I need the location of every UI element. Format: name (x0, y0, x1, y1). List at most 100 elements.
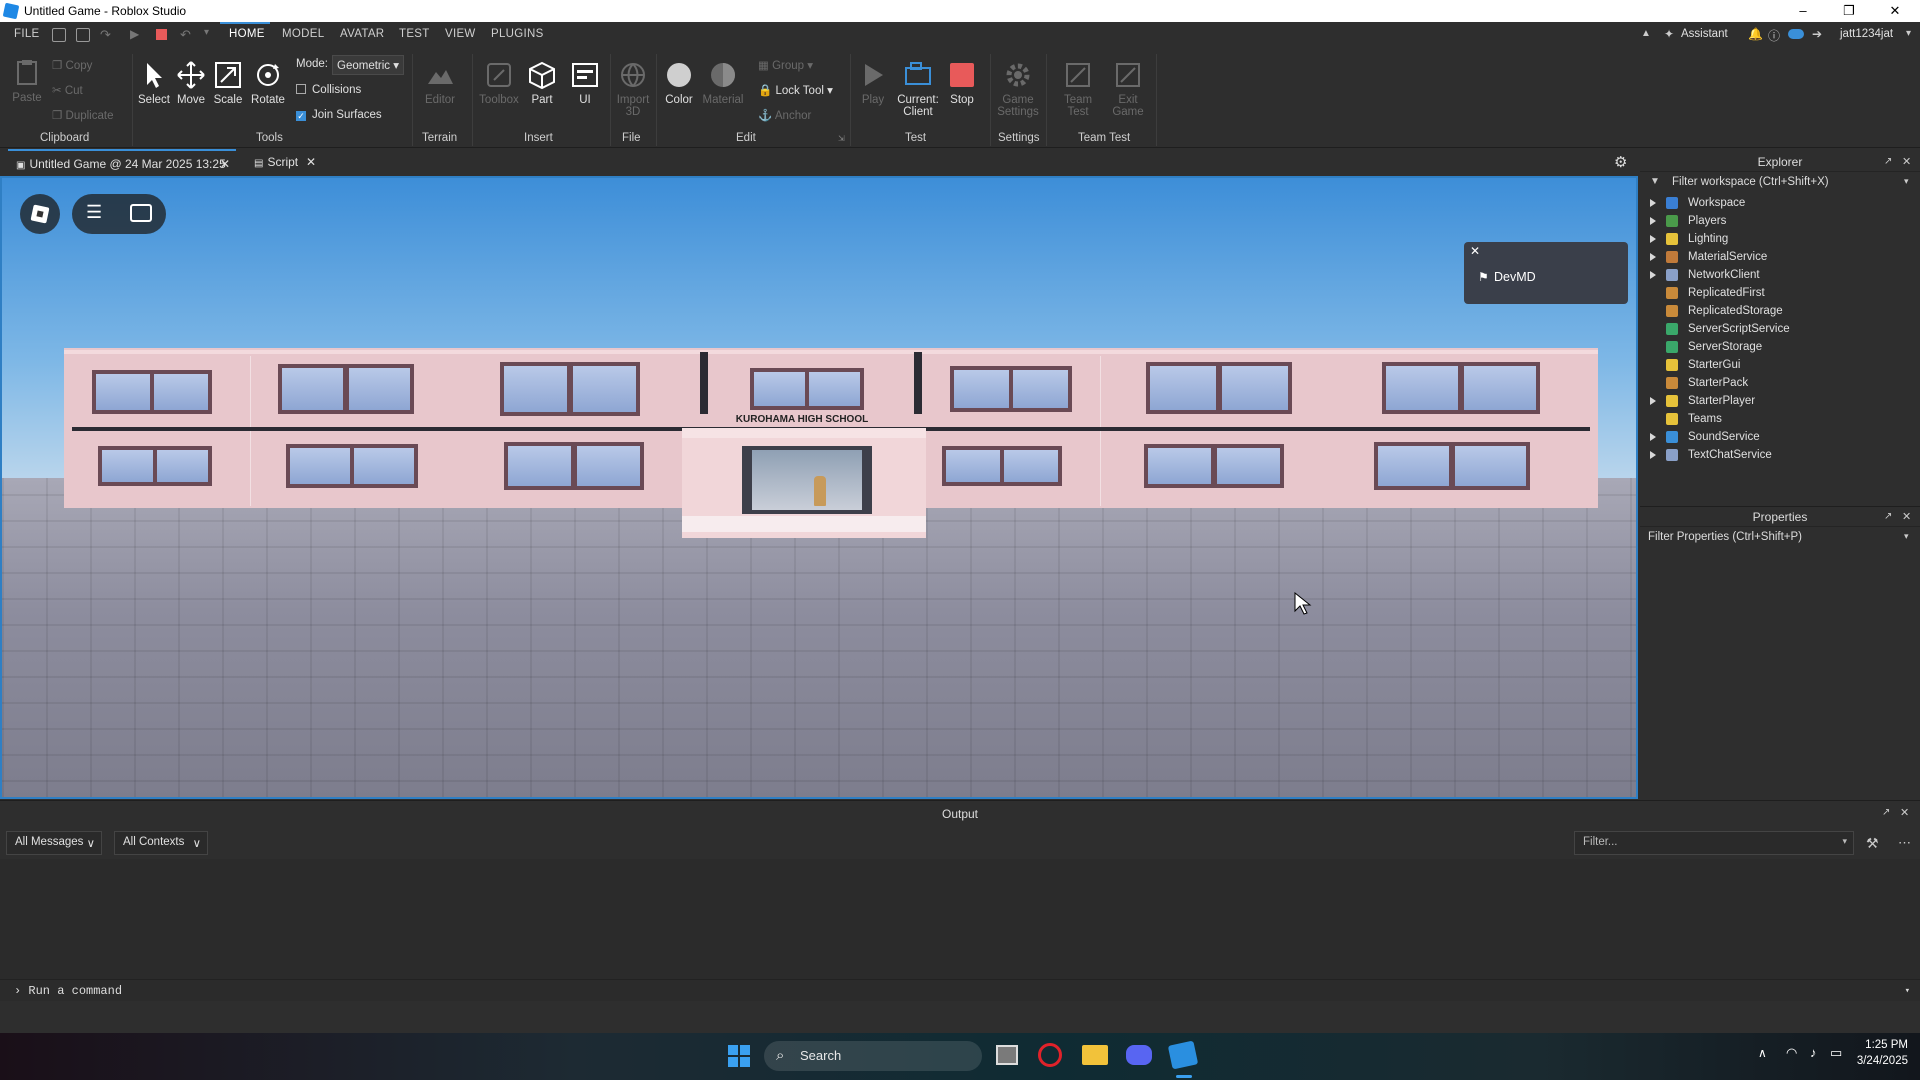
hamburger-menu-icon[interactable]: ☰ (86, 202, 102, 223)
collisions-checkbox[interactable] (296, 84, 306, 94)
import-3d-button[interactable]: Import 3D (614, 60, 652, 118)
close-popup-icon[interactable]: ✕ (1470, 244, 1480, 258)
move-tool-button[interactable]: Move (174, 60, 208, 106)
help-icon[interactable]: ⓘ (1768, 27, 1780, 44)
user-account[interactable]: jatt1234jat (1840, 28, 1893, 40)
tab-model[interactable]: MODEL (282, 28, 324, 40)
duplicate-button[interactable]: ❐ Duplicate (52, 108, 113, 122)
toolbox-button[interactable]: Toolbox (476, 60, 522, 106)
start-windows-icon[interactable] (728, 1045, 750, 1067)
quick-access-dropdown-icon[interactable]: ▾ (204, 27, 209, 38)
close-tab-icon[interactable]: ✕ (220, 157, 230, 171)
explorer-item-materialservice[interactable]: MaterialService (1640, 248, 1920, 266)
stop-quick-icon[interactable] (156, 29, 167, 40)
player-avatar[interactable] (814, 476, 826, 506)
tab-untitled-game[interactable]: ▣ Untitled Game @ 24 Mar 2025 13:25 ✕ (8, 149, 236, 175)
explorer-item-serverscriptservice[interactable]: ServerScriptService (1640, 320, 1920, 338)
explorer-item-teams[interactable]: Teams (1640, 410, 1920, 428)
new-file-icon[interactable] (52, 28, 66, 42)
edit-settings-icon[interactable]: ⇲ (838, 134, 845, 143)
team-test-button[interactable]: Team Test (1058, 60, 1098, 118)
filter-dropdown-icon[interactable]: ▾ (1904, 176, 1909, 187)
group-button[interactable]: ▦ Group ▾ (758, 58, 813, 72)
expand-arrow-icon[interactable] (1650, 451, 1656, 459)
properties-filter-input[interactable]: Filter Properties (Ctrl+Shift+P) (1640, 528, 1920, 546)
roblox-studio-taskbar-icon[interactable] (1167, 1040, 1199, 1070)
account-dropdown-icon[interactable]: ▾ (1906, 28, 1911, 39)
explorer-item-lighting[interactable]: Lighting (1640, 230, 1920, 248)
maximize-button[interactable]: ❐ (1826, 0, 1872, 22)
filter-dropdown-icon[interactable]: ▾ (1904, 531, 1909, 542)
close-panel-icon[interactable]: ✕ (1902, 155, 1911, 168)
explorer-item-workspace[interactable]: Workspace (1640, 194, 1920, 212)
notifications-icon[interactable]: 🔔 (1748, 27, 1763, 41)
tab-home[interactable]: HOME (229, 28, 265, 40)
scale-tool-button[interactable]: Scale (211, 60, 245, 106)
part-button[interactable]: Part (526, 60, 558, 106)
messages-filter-dropdown[interactable]: All Messages ∨ (6, 831, 102, 855)
save-icon[interactable] (76, 28, 90, 42)
game-settings-button[interactable]: Game Settings (996, 60, 1040, 118)
play-button[interactable]: Play (856, 60, 890, 106)
assistant-icon[interactable]: ✦ (1664, 27, 1674, 41)
volume-icon[interactable]: ♪ (1810, 1045, 1817, 1060)
explorer-item-starterpack[interactable]: StarterPack (1640, 374, 1920, 392)
expand-arrow-icon[interactable] (1650, 235, 1656, 243)
popup-player-name[interactable]: DevMD (1494, 270, 1536, 284)
output-filter-input[interactable]: Filter... ▾ (1574, 831, 1854, 855)
exit-game-button[interactable]: Exit Game (1108, 60, 1148, 118)
copy-button[interactable]: ❐ Copy (52, 58, 92, 72)
contexts-filter-dropdown[interactable]: All Contexts ∨ (114, 831, 208, 855)
tab-script[interactable]: ▤ Script ✕ (246, 149, 320, 175)
undock-icon[interactable]: ↗ (1884, 156, 1892, 167)
explorer-item-textchatservice[interactable]: TextChatService (1640, 446, 1920, 464)
explorer-item-startergui[interactable]: StarterGui (1640, 356, 1920, 374)
explorer-item-serverstorage[interactable]: ServerStorage (1640, 338, 1920, 356)
opera-browser-icon[interactable] (1038, 1043, 1062, 1067)
cut-button[interactable]: ✂ Cut (52, 83, 83, 97)
redo-icon[interactable]: ↷ (100, 27, 111, 43)
expand-arrow-icon[interactable] (1650, 397, 1656, 405)
tab-avatar[interactable]: AVATAR (340, 28, 384, 40)
close-tab-icon[interactable]: ✕ (306, 155, 316, 169)
command-bar[interactable]: › Run a command ▾ (0, 979, 1920, 1001)
expand-arrow-icon[interactable] (1650, 217, 1656, 225)
command-dropdown-icon[interactable]: ▾ (1905, 980, 1910, 1002)
more-options-icon[interactable]: ⋯ (1898, 835, 1911, 851)
task-view-icon[interactable] (996, 1045, 1018, 1065)
collisions-toggle[interactable]: Collisions (296, 84, 361, 96)
explorer-item-players[interactable]: Players (1640, 212, 1920, 230)
rotate-tool-button[interactable]: Rotate (248, 60, 288, 106)
join-surfaces-toggle[interactable]: ✓ Join Surfaces (296, 109, 382, 121)
taskbar-search-box[interactable]: ⌕ Search (764, 1041, 982, 1071)
undo-icon[interactable]: ↶ (180, 27, 191, 43)
assistant-button[interactable]: Assistant (1681, 28, 1728, 40)
expand-arrow-icon[interactable] (1650, 271, 1656, 279)
explorer-item-starterplayer[interactable]: StarterPlayer (1640, 392, 1920, 410)
explorer-item-replicatedstorage[interactable]: ReplicatedStorage (1640, 302, 1920, 320)
minimize-button[interactable]: – (1780, 0, 1826, 22)
tab-test[interactable]: TEST (399, 28, 430, 40)
close-panel-icon[interactable]: ✕ (1902, 510, 1911, 523)
file-explorer-icon[interactable] (1082, 1045, 1108, 1065)
3d-viewport[interactable]: KUROHAMA HIGH SCHOOL ☰ ✕ ⚑ DevMD (0, 176, 1638, 799)
cloud-icon[interactable] (1788, 29, 1804, 39)
taskbar-clock[interactable]: 1:25 PM 3/24/2025 (1850, 1039, 1908, 1067)
stop-button[interactable]: Stop (946, 60, 978, 106)
explorer-filter-input[interactable]: Filter workspace (Ctrl+Shift+X) (1640, 173, 1920, 191)
paste-button[interactable]: Paste (10, 58, 44, 104)
expand-arrow-icon[interactable] (1650, 253, 1656, 261)
collapse-ribbon-icon[interactable]: ▲ (1641, 28, 1651, 39)
mode-dropdown[interactable]: Geometric ▾ (332, 55, 405, 75)
clear-output-broom-icon[interactable]: ⚒ (1866, 835, 1879, 852)
current-client-button[interactable]: Current: Client (894, 60, 942, 118)
explorer-item-soundservice[interactable]: SoundService (1640, 428, 1920, 446)
wifi-icon[interactable]: ◠ (1786, 1045, 1797, 1061)
terrain-editor-button[interactable]: Editor (418, 60, 462, 106)
tab-view[interactable]: VIEW (445, 28, 476, 40)
chat-icon[interactable] (130, 204, 152, 222)
tray-overflow-icon[interactable]: ∧ (1758, 1046, 1767, 1060)
select-tool-button[interactable]: Select (136, 60, 172, 106)
close-panel-icon[interactable]: ✕ (1900, 806, 1909, 819)
expand-arrow-icon[interactable] (1650, 433, 1656, 441)
